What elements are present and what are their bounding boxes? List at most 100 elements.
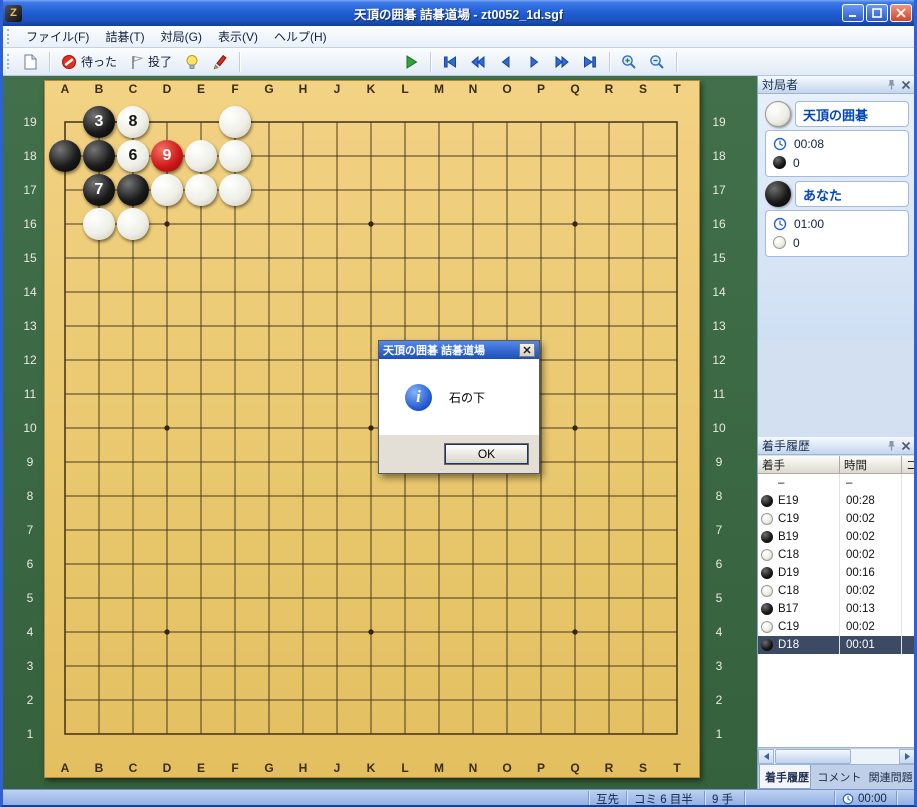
stone-D18[interactable]: 9 [151,140,183,172]
menu-help[interactable]: ヘルプ(H) [266,26,335,47]
row-label-right-9: 9 [716,455,723,469]
history-header-comment[interactable]: コメント [902,456,915,474]
history-header-time[interactable]: 時間 [840,456,902,474]
row-label-left-16: 16 [23,217,36,231]
stone-F18[interactable] [219,140,251,172]
stone-F19[interactable] [219,106,251,138]
last-move-icon [582,54,598,70]
pin-icon[interactable] [886,79,897,90]
minimize-button[interactable] [842,4,864,22]
stone-B16[interactable] [83,208,115,240]
row-label-right-4: 4 [716,625,723,639]
stone-A18[interactable] [49,140,81,172]
player-name: あなた [795,181,909,207]
new-file-button[interactable] [18,51,43,73]
col-label-bottom-R: R [605,761,614,775]
tab-related-problems[interactable]: 関連問題 [864,765,914,789]
nav-forward10-button[interactable] [549,51,575,73]
stone-E18[interactable] [185,140,217,172]
col-label-bottom-J: J [334,761,341,775]
play-button[interactable] [398,51,424,73]
stone-B19[interactable]: 3 [83,106,115,138]
history-row-C18[interactable]: C1800:02 [758,546,915,564]
history-row-C19[interactable]: C1900:02 [758,618,915,636]
status-time: 00:00 [858,793,887,805]
history-row-D19[interactable]: D1900:16 [758,564,915,582]
col-label-top-L: L [401,82,408,96]
player-card-white[interactable]: 天頂の囲碁00:080 [763,100,910,178]
marker-button[interactable] [207,51,233,73]
scroll-track[interactable] [851,749,899,764]
stone-C18[interactable]: 6 [117,140,149,172]
close-button[interactable] [890,4,912,22]
undo-button[interactable]: 待った [56,50,122,73]
stone-B17[interactable]: 7 [83,174,115,206]
players-list: 天頂の囲碁00:080あなた01:000 [758,94,915,340]
black-stone-icon [761,531,773,543]
zoom-in-button[interactable] [616,51,642,73]
magnifier-minus-icon [649,54,665,70]
stone-C16[interactable] [117,208,149,240]
row-label-left-8: 8 [27,489,34,503]
resign-button[interactable]: 投了 [124,50,177,73]
history-time: 00:02 [840,510,902,528]
stone-C17[interactable] [117,174,149,206]
status-komi: コミ 6 目半 [626,791,704,807]
zoom-out-button[interactable] [644,51,670,73]
nav-last-button[interactable] [577,51,603,73]
nav-forward-button[interactable] [521,51,547,73]
white-stone-icon [761,621,773,633]
hint-button[interactable] [179,51,205,73]
scroll-thumb[interactable] [775,749,851,764]
stone-E17[interactable] [185,174,217,206]
row-label-left-13: 13 [23,319,36,333]
maximize-button[interactable] [866,4,888,22]
dialog-titlebar[interactable]: 天頂の囲碁 詰碁道場 [379,341,539,359]
tab-comment[interactable]: コメント [812,765,862,789]
menu-tsumego[interactable]: 詰碁(T) [97,26,152,47]
statusbar: 互先 コミ 6 目半 9 手 00:00 [0,789,917,807]
stone-F17[interactable] [219,174,251,206]
toolbar-separator [49,52,50,72]
nav-first-button[interactable] [437,51,463,73]
row-label-left-5: 5 [27,591,34,605]
history-row-start[interactable]: –– [758,474,915,492]
nav-back10-button[interactable] [465,51,491,73]
tab-move-history[interactable]: 着手履歴 [759,765,811,789]
history-hscrollbar[interactable] [758,748,915,764]
menu-game[interactable]: 対局(G) [153,26,210,47]
row-label-right-14: 14 [712,285,725,299]
row-label-right-12: 12 [712,353,725,367]
dialog-message: 石の下 [449,389,485,406]
toolbar-grip[interactable] [7,54,11,69]
col-label-bottom-M: M [434,761,444,775]
white-stone-icon [761,585,773,597]
status-empty-segment [744,791,834,807]
flag-icon [129,54,144,70]
window-titlebar[interactable]: Z 天頂の囲碁 詰碁道場 - zt0052_1d.sgf [0,0,917,26]
ok-button[interactable]: OK [445,444,528,464]
stone-D17[interactable] [151,174,183,206]
history-row-B19[interactable]: B1900:02 [758,528,915,546]
stone-C19[interactable]: 8 [117,106,149,138]
stone-B18[interactable] [83,140,115,172]
history-move: C19 [778,621,799,633]
history-row-C19[interactable]: C1900:02 [758,510,915,528]
scroll-left-button[interactable] [758,749,774,764]
menu-view[interactable]: 表示(V) [210,26,266,47]
panel-close-icon[interactable] [901,80,911,90]
history-row-D18[interactable]: D1800:01 [758,636,915,654]
menu-file[interactable]: ファイル(F) [18,26,97,47]
history-header-move[interactable]: 着手 [758,456,840,474]
panel-close-icon[interactable] [901,441,911,451]
history-row-B17[interactable]: B1700:13 [758,600,915,618]
scroll-right-button[interactable] [899,749,915,764]
player-card-black[interactable]: あなた01:000 [763,180,910,258]
pin-icon[interactable] [886,440,897,451]
history-row-E19[interactable]: E1900:28 [758,492,915,510]
dialog-close-button[interactable] [519,343,535,357]
col-label-bottom-L: L [401,761,408,775]
nav-back-button[interactable] [493,51,519,73]
history-row-C18[interactable]: C1800:02 [758,582,915,600]
menubar-grip[interactable] [7,29,11,44]
